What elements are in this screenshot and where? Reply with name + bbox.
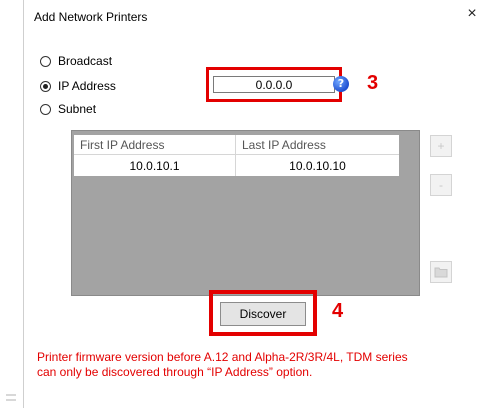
step-4-highlight: Discover	[209, 290, 317, 336]
add-range-button[interactable]: +	[430, 135, 452, 157]
subnet-range-table: First IP Address Last IP Address 10.0.10…	[71, 130, 420, 296]
radio-button[interactable]	[40, 55, 51, 67]
step-3-label: 3	[367, 72, 379, 94]
radio-button[interactable]	[40, 103, 51, 115]
radio-label: Broadcast	[58, 54, 113, 68]
add-network-printers-dialog: Add Network Printers × Broadcast IP Addr…	[24, 0, 486, 408]
table-row[interactable]: 10.0.10.1 10.0.10.10	[74, 155, 399, 176]
background-window-edge	[0, 0, 24, 408]
column-header-last-ip: Last IP Address	[242, 137, 326, 152]
radio-ip-address[interactable]: IP Address	[40, 79, 116, 93]
remove-range-button[interactable]: -	[430, 174, 452, 196]
radio-button[interactable]	[40, 80, 51, 92]
close-icon[interactable]: ×	[462, 4, 482, 24]
step-3-highlight	[206, 67, 342, 102]
dialog-title: Add Network Printers	[34, 10, 148, 24]
folder-icon	[434, 267, 448, 278]
radio-label: IP Address	[58, 79, 116, 93]
radio-label: Subnet	[58, 102, 97, 116]
import-range-button[interactable]	[430, 261, 452, 283]
minus-icon: -	[439, 178, 443, 192]
table-header: First IP Address Last IP Address	[74, 135, 399, 155]
help-icon[interactable]: ?	[333, 76, 349, 92]
ip-address-input[interactable]	[213, 76, 335, 93]
first-ip-cell[interactable]: 10.0.10.1	[74, 155, 236, 176]
warning-line: Printer firmware version before A.12 and…	[37, 350, 408, 364]
step-4-label: 4	[332, 300, 344, 322]
column-header-first-ip: First IP Address	[74, 135, 236, 154]
last-ip-cell[interactable]: 10.0.10.10	[236, 155, 399, 176]
resize-grip	[6, 399, 16, 401]
radio-broadcast[interactable]: Broadcast	[40, 54, 112, 68]
radio-subnet[interactable]: Subnet	[40, 102, 96, 116]
warning-line: can only be discovered through “IP Addre…	[37, 365, 313, 379]
resize-grip	[6, 394, 16, 396]
plus-icon: +	[437, 139, 445, 153]
firmware-warning: Printer firmware version before A.12 and…	[37, 350, 477, 380]
discover-button[interactable]: Discover	[220, 302, 306, 326]
